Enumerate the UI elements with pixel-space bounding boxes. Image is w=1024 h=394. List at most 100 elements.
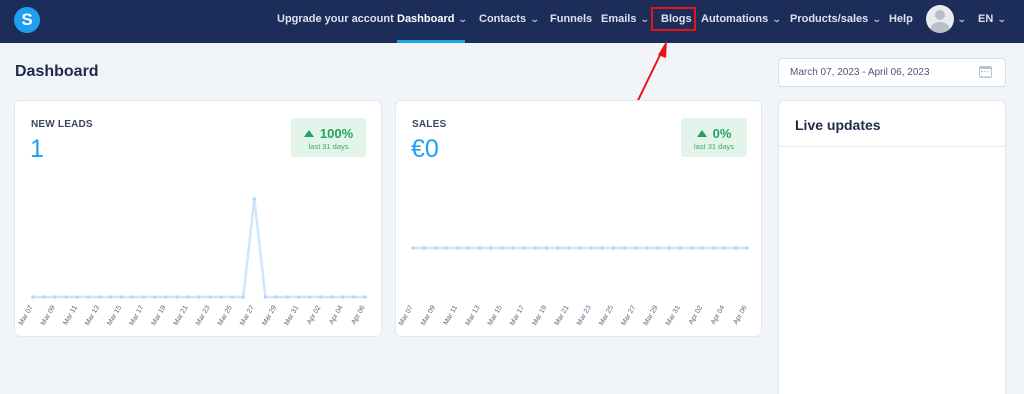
- x-tick-label: Apr 06: [350, 304, 366, 325]
- data-point[interactable]: [633, 246, 638, 250]
- data-point[interactable]: [478, 246, 482, 250]
- x-tick-label: Mar 15: [106, 304, 123, 326]
- data-point[interactable]: [97, 295, 102, 299]
- data-point[interactable]: [108, 295, 113, 299]
- data-point[interactable]: [455, 246, 460, 250]
- data-point[interactable]: [130, 295, 135, 299]
- data-point[interactable]: [711, 246, 716, 250]
- date-range-picker[interactable]: March 07, 2023 - April 06, 2023: [778, 58, 1006, 87]
- x-tick-label: Mar 25: [598, 304, 615, 326]
- data-point[interactable]: [444, 246, 449, 250]
- x-tick-label: Mar 11: [62, 304, 79, 326]
- data-point[interactable]: [42, 295, 46, 299]
- data-point[interactable]: [567, 246, 571, 250]
- data-point[interactable]: [656, 246, 660, 250]
- data-point[interactable]: [241, 295, 246, 299]
- x-tick-label: Mar 19: [151, 304, 168, 326]
- x-tick-label: Apr 04: [328, 304, 344, 325]
- x-tick-label: Mar 19: [531, 304, 548, 326]
- x-tick-label: Mar 21: [554, 304, 571, 326]
- x-tick-label: Mar 09: [40, 304, 57, 326]
- data-point[interactable]: [363, 295, 367, 299]
- data-point[interactable]: [230, 295, 234, 299]
- data-point[interactable]: [411, 246, 415, 250]
- data-point[interactable]: [689, 246, 694, 250]
- x-tick-label: Mar 27: [239, 304, 256, 326]
- data-point[interactable]: [307, 295, 312, 299]
- x-tick-label: Mar 31: [283, 304, 300, 326]
- data-point[interactable]: [330, 295, 334, 299]
- data-point[interactable]: [511, 246, 515, 250]
- data-point[interactable]: [722, 246, 727, 250]
- data-point[interactable]: [53, 295, 57, 299]
- data-point[interactable]: [667, 246, 671, 250]
- x-tick-label: Mar 29: [643, 304, 660, 326]
- sales-chart: Mar 07 Mar 09 Mar 11 Mar 13 Mar 15 Mar 17 Mar …: [398, 246, 749, 327]
- page-title: Dashboard: [15, 63, 99, 80]
- calendar-icon[interactable]: [979, 66, 992, 78]
- x-tick-label: Mar 27: [620, 304, 637, 326]
- x-tick-label: Apr 06: [732, 304, 748, 325]
- x-tick-label: Mar 23: [576, 304, 593, 326]
- data-point[interactable]: [678, 246, 682, 250]
- x-tick-label: Apr 04: [710, 304, 726, 325]
- data-point[interactable]: [589, 246, 593, 250]
- data-point[interactable]: [175, 295, 179, 299]
- data-point[interactable]: [318, 295, 323, 299]
- x-tick-label: Mar 07: [398, 304, 415, 326]
- x-tick-label: Apr 02: [306, 304, 322, 325]
- data-point[interactable]: [578, 246, 582, 250]
- data-point[interactable]: [86, 295, 91, 299]
- data-point[interactable]: [341, 295, 345, 299]
- data-point[interactable]: [533, 246, 538, 250]
- x-tick-label: Mar 09: [420, 304, 437, 326]
- data-point[interactable]: [119, 295, 124, 299]
- x-tick-label: Mar 21: [173, 304, 190, 326]
- data-point[interactable]: [555, 246, 560, 250]
- data-point[interactable]: [466, 246, 471, 250]
- data-point[interactable]: [734, 246, 738, 250]
- data-point[interactable]: [285, 295, 290, 299]
- data-point[interactable]: [274, 295, 279, 299]
- data-point[interactable]: [252, 197, 257, 201]
- data-point[interactable]: [522, 246, 527, 250]
- data-point[interactable]: [433, 246, 438, 250]
- data-point[interactable]: [152, 295, 157, 299]
- data-point[interactable]: [544, 246, 549, 250]
- live-updates-divider: [779, 146, 1005, 147]
- x-tick-label: Mar 17: [509, 304, 526, 326]
- new-leads-card: NEW LEADS 1 100% last 31 days Mar 07 Mar …: [14, 100, 382, 337]
- data-point[interactable]: [164, 295, 168, 299]
- data-point[interactable]: [489, 246, 493, 250]
- x-tick-label: Mar 31: [665, 304, 682, 326]
- data-point[interactable]: [700, 246, 705, 250]
- data-point[interactable]: [500, 246, 504, 250]
- x-tick-label: Mar 11: [443, 304, 460, 326]
- data-point[interactable]: [645, 246, 649, 250]
- data-point[interactable]: [75, 295, 80, 299]
- x-tick-label: Apr 02: [688, 304, 704, 325]
- data-point[interactable]: [352, 295, 356, 299]
- live-updates-title: Live updates: [795, 117, 881, 133]
- x-tick-label: Mar 15: [487, 304, 504, 326]
- data-point[interactable]: [64, 295, 68, 299]
- x-tick-label: Mar 25: [217, 304, 234, 326]
- data-point[interactable]: [745, 246, 749, 250]
- data-point[interactable]: [600, 246, 605, 250]
- new-leads-chart: Mar 07 Mar 09 Mar 11 Mar 13 Mar 15 Mar 17 Mar …: [18, 197, 367, 327]
- data-point[interactable]: [263, 295, 268, 299]
- data-point[interactable]: [31, 295, 35, 299]
- x-tick-label: Mar 29: [261, 304, 278, 326]
- data-point[interactable]: [141, 295, 146, 299]
- data-point[interactable]: [422, 246, 426, 250]
- data-point[interactable]: [611, 246, 616, 250]
- live-updates-card: Live updates: [778, 100, 1006, 394]
- data-point[interactable]: [296, 295, 301, 299]
- x-tick-label: Mar 13: [84, 304, 101, 326]
- data-point[interactable]: [186, 295, 190, 299]
- sales-card: SALES €0 0% last 31 days Mar 07 Mar 09 Mar…: [395, 100, 762, 337]
- data-point[interactable]: [208, 295, 212, 299]
- data-point[interactable]: [622, 246, 627, 250]
- data-point[interactable]: [197, 295, 201, 299]
- data-point[interactable]: [219, 295, 223, 299]
